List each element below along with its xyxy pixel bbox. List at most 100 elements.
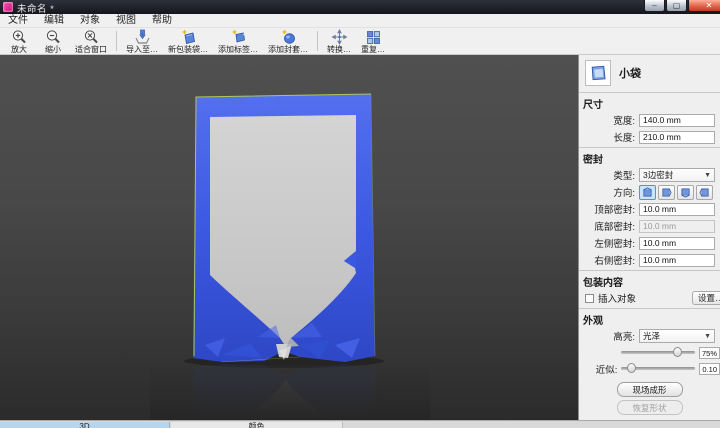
panel-header: 小袋	[579, 55, 720, 90]
toolbar-label: 添加封套…	[268, 45, 308, 54]
add-sleeve-button[interactable]: 添加封套…	[263, 28, 313, 54]
bottom-seal-field	[639, 220, 715, 233]
app-icon	[3, 2, 13, 12]
divider	[579, 147, 720, 148]
highlight-percent-field[interactable]: 75%	[699, 347, 720, 359]
seal-type-value: 3边密封	[643, 169, 673, 181]
toolbar-label: 转换…	[327, 45, 351, 54]
toolbar-label: 导入至…	[126, 45, 158, 54]
approx-slider-thumb[interactable]	[627, 363, 636, 373]
toolbar-label: 适合窗口	[75, 45, 107, 54]
zoom-out-icon	[45, 29, 62, 45]
zoom-fit-icon	[83, 29, 100, 45]
repeat-button[interactable]: 重复…	[356, 28, 390, 54]
transform-button[interactable]: 转换…	[322, 28, 356, 54]
toolbar-label: 添加标签…	[218, 45, 258, 54]
app-window: 未命名 * – ▢ ✕ 文件 编辑 对象 视图 帮助 放大 缩小 适合窗	[0, 0, 720, 428]
toolbar-separator	[116, 31, 117, 51]
repeat-icon	[365, 29, 382, 45]
section-dimensions: 尺寸	[583, 96, 720, 111]
menu-help[interactable]: 帮助	[144, 14, 180, 28]
bottom-tab-bar: 3D 颜色	[0, 420, 720, 428]
transform-icon	[331, 29, 348, 45]
new-bag-button[interactable]: 新包装袋…	[163, 28, 213, 54]
live-shaping-button[interactable]: 现场成形	[617, 382, 683, 397]
approx-slider[interactable]	[621, 367, 695, 370]
approx-value-field[interactable]: 0.10	[699, 363, 720, 375]
insert-object-checkbox[interactable]	[585, 294, 594, 303]
width-label: 宽度:	[579, 113, 635, 127]
top-seal-label: 顶部密封:	[579, 202, 635, 216]
highlight-dropdown[interactable]: 光泽 ▼	[639, 329, 715, 343]
new-bag-icon	[180, 29, 197, 45]
settings-button[interactable]: 设置…	[692, 291, 720, 305]
properties-panel: 小袋 尺寸 宽度: 长度: 密封 类型: 3边密封 ▼ 方向:	[578, 55, 720, 420]
maximize-button[interactable]: ▢	[666, 0, 687, 12]
window-title: 未命名 *	[17, 1, 54, 14]
add-label-button[interactable]: 添加标签…	[213, 28, 263, 54]
width-field[interactable]	[639, 114, 715, 127]
right-seal-field[interactable]	[639, 254, 715, 267]
bottom-tab-color[interactable]: 颜色	[171, 422, 343, 428]
import-icon	[134, 29, 151, 45]
fit-window-button[interactable]: 适合窗口	[70, 28, 112, 54]
toolbar-label: 放大	[11, 45, 27, 54]
direction-label: 方向:	[579, 185, 635, 199]
length-field[interactable]	[639, 131, 715, 144]
bag-thumbnail-icon	[585, 60, 611, 86]
titlebar: 未命名 * – ▢ ✕	[0, 0, 720, 14]
bottom-tab-3d[interactable]: 3D	[0, 422, 170, 428]
length-label: 长度:	[579, 130, 635, 144]
toolbar-label: 新包装袋…	[168, 45, 208, 54]
add-sleeve-icon	[280, 29, 297, 45]
zoom-out-button[interactable]: 缩小	[36, 28, 70, 54]
close-button[interactable]: ✕	[688, 0, 720, 12]
minimize-button[interactable]: –	[644, 0, 665, 12]
3d-viewport[interactable]	[0, 55, 578, 420]
section-content: 包装内容	[583, 274, 720, 289]
direction-toggle-down[interactable]	[677, 185, 694, 200]
direction-toggle-left[interactable]	[696, 185, 713, 200]
divider	[579, 308, 720, 309]
seal-type-dropdown[interactable]: 3边密封 ▼	[639, 168, 715, 182]
menu-file[interactable]: 文件	[0, 14, 36, 28]
highlight-slider-thumb[interactable]	[673, 347, 682, 357]
insert-object-label: 插入对象	[598, 291, 636, 305]
chevron-down-icon: ▼	[704, 172, 711, 179]
reset-shape-button: 恢复形状	[617, 400, 683, 415]
minimize-icon: –	[645, 0, 664, 11]
maximize-icon: ▢	[667, 0, 686, 11]
menu-view[interactable]: 视图	[108, 14, 144, 28]
import-button[interactable]: 导入至…	[121, 28, 163, 54]
highlight-slider[interactable]	[621, 351, 695, 354]
direction-toggle-right[interactable]	[658, 185, 675, 200]
toolbar-label: 重复…	[361, 45, 385, 54]
left-seal-field[interactable]	[639, 237, 715, 250]
menu-object[interactable]: 对象	[72, 14, 108, 28]
approx-label: 近似:	[579, 362, 617, 376]
zoom-in-icon	[11, 29, 28, 45]
toolbar-separator	[317, 31, 318, 51]
direction-toggle-up[interactable]	[639, 185, 656, 200]
toolbar-label: 缩小	[45, 45, 61, 54]
highlight-label: 高亮:	[579, 329, 635, 343]
right-seal-label: 右侧密封:	[579, 253, 635, 267]
add-label-icon	[230, 29, 247, 45]
object-title: 小袋	[619, 65, 641, 81]
seal-type-label: 类型:	[579, 168, 635, 182]
menu-edit[interactable]: 编辑	[36, 14, 72, 28]
section-appearance: 外观	[583, 312, 720, 327]
close-icon: ✕	[689, 0, 720, 11]
chevron-down-icon: ▼	[704, 333, 711, 340]
bottom-seal-label: 底部密封:	[579, 219, 635, 233]
divider	[579, 270, 720, 271]
left-seal-label: 左侧密封:	[579, 236, 635, 250]
bag-3d-render	[0, 55, 578, 420]
divider	[579, 92, 720, 93]
toolbar: 放大 缩小 适合窗口 导入至… 新包装袋…	[0, 28, 720, 55]
zoom-in-button[interactable]: 放大	[2, 28, 36, 54]
highlight-value: 光泽	[643, 330, 660, 342]
top-seal-field[interactable]	[639, 203, 715, 216]
section-seal: 密封	[583, 151, 720, 166]
menubar: 文件 编辑 对象 视图 帮助	[0, 14, 720, 28]
